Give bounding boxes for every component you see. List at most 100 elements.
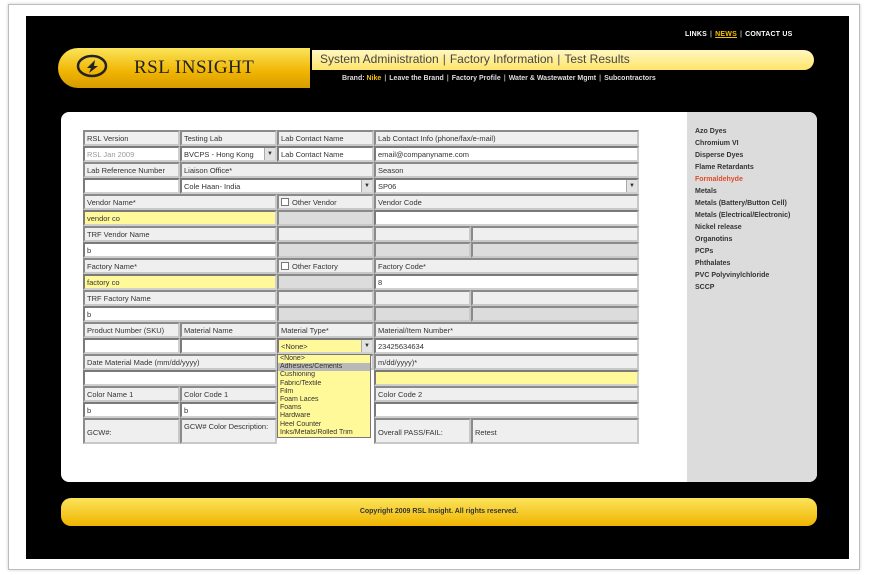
sidebar-item-azo-dyes[interactable]: Azo Dyes bbox=[695, 126, 817, 138]
product-number-field[interactable] bbox=[83, 338, 180, 354]
page: LINKS | NEWS | CONTACT US RSL INSIGHT System… bbox=[26, 16, 849, 559]
material-type-select[interactable]: <None> ▼ bbox=[277, 338, 374, 354]
material-type-dropdown: <None> Adhesives/Cements Cushioning Fabr… bbox=[277, 354, 371, 439]
news-link[interactable]: NEWS bbox=[715, 31, 737, 38]
chevron-down-icon[interactable]: ▼ bbox=[361, 180, 372, 192]
vendor-name-label: Vendor Name* bbox=[83, 194, 277, 210]
dropdown-option[interactable]: Fabric/Textile bbox=[278, 380, 370, 388]
links-link[interactable]: LINKS bbox=[685, 31, 707, 38]
nav-system-administration[interactable]: System Administration bbox=[320, 52, 439, 66]
dropdown-option[interactable]: Adhesives/Cements bbox=[278, 363, 370, 372]
trf-factory-name-field[interactable]: b bbox=[83, 306, 277, 322]
chevron-down-icon[interactable]: ▼ bbox=[264, 148, 275, 160]
nav-test-results[interactable]: Test Results bbox=[564, 52, 629, 66]
testing-lab-label: Testing Lab bbox=[180, 130, 277, 146]
sidebar-item-organotins[interactable]: Organotins bbox=[695, 234, 817, 246]
season-value: SP06 bbox=[378, 182, 397, 191]
date-right-field[interactable] bbox=[374, 370, 639, 386]
sidebar-item-pcps[interactable]: PCPs bbox=[695, 246, 817, 258]
factory-name-field[interactable]: factory co bbox=[83, 274, 277, 290]
dropdown-option[interactable]: Inks/Metals/Rolled Trim bbox=[278, 429, 370, 437]
sidebar-item-formaldehyde[interactable]: Formaldehyde bbox=[695, 174, 817, 186]
dropdown-option[interactable]: Hardware bbox=[278, 412, 370, 420]
brand-label: Brand: bbox=[342, 75, 365, 82]
lab-contact-name-field[interactable]: Lab Contact Name bbox=[277, 146, 374, 162]
chevron-down-icon[interactable]: ▼ bbox=[361, 340, 372, 352]
brand-value: Nike bbox=[366, 75, 382, 82]
dropdown-option[interactable]: Foam Laces bbox=[278, 396, 370, 404]
trf-vendor-name-field[interactable]: b bbox=[83, 242, 277, 258]
season-select[interactable]: SP06 ▼ bbox=[374, 178, 639, 194]
color-code-1-field[interactable]: b bbox=[180, 402, 277, 418]
other-vendor-checkbox[interactable] bbox=[281, 198, 289, 206]
brand-name: RSL INSIGHT bbox=[134, 57, 255, 78]
material-type-label: Material Type* bbox=[277, 322, 374, 338]
liaison-office-select[interactable]: Cole Haan- India ▼ bbox=[180, 178, 374, 194]
material-item-number-field[interactable]: 23425634634 bbox=[374, 338, 639, 354]
chevron-down-icon[interactable]: ▼ bbox=[626, 180, 637, 192]
material-name-field[interactable] bbox=[180, 338, 277, 354]
color-code-2-label: Color Code 2 bbox=[374, 386, 639, 402]
lab-contact-info-field[interactable]: email@companyname.com bbox=[374, 146, 639, 162]
empty-cell bbox=[471, 242, 639, 258]
empty-cell bbox=[277, 226, 374, 242]
lab-contact-name-label: Lab Contact Name bbox=[277, 130, 374, 146]
lab-reference-label: Lab Reference Number bbox=[83, 162, 180, 178]
empty-cell bbox=[277, 242, 374, 258]
subnav-water-mgmt[interactable]: Water & Wastewater Mgmt bbox=[509, 75, 596, 82]
dropdown-option[interactable]: Film bbox=[278, 388, 370, 396]
subnav-subcontractors[interactable]: Subcontractors bbox=[604, 75, 656, 82]
overall-pass-fail-label: Overall PASS/FAIL: bbox=[374, 418, 471, 444]
liaison-office-label: Liaison Office* bbox=[180, 162, 374, 178]
sidebar-item-disperse-dyes[interactable]: Disperse Dyes bbox=[695, 150, 817, 162]
other-factory-option[interactable]: Other Factory bbox=[277, 258, 374, 274]
date-material-made-field[interactable] bbox=[83, 370, 277, 386]
other-vendor-option[interactable]: Other Vendor bbox=[277, 194, 374, 210]
sidebar-item-metals[interactable]: Metals bbox=[695, 186, 817, 198]
testing-lab-select[interactable]: BVCPS - Hong Kong ▼ bbox=[180, 146, 277, 162]
main-content: RSL Version Testing Lab Lab Contact Name… bbox=[61, 112, 817, 482]
sidebar-item-pvc[interactable]: PVC Polyvinylchloride bbox=[695, 270, 817, 282]
color-code-1-label: Color Code 1 bbox=[180, 386, 277, 402]
gcw-label: GCW#: bbox=[83, 418, 180, 444]
dropdown-option[interactable]: Heel Counter bbox=[278, 421, 370, 429]
dropdown-option[interactable]: Foams bbox=[278, 404, 370, 412]
sidebar-item-sccp[interactable]: SCCP bbox=[695, 282, 817, 294]
factory-code-label: Factory Code* bbox=[374, 258, 639, 274]
vendor-code-label: Vendor Code bbox=[374, 194, 639, 210]
dropdown-option[interactable]: <None> bbox=[278, 355, 370, 363]
main-nav: System Administration | Factory Informatio… bbox=[312, 50, 814, 70]
color-name-1-field[interactable]: b bbox=[83, 402, 180, 418]
color-code-2-field[interactable] bbox=[374, 402, 639, 418]
sidebar-item-flame-retardants[interactable]: Flame Retardants bbox=[695, 162, 817, 174]
vendor-code-field[interactable] bbox=[374, 210, 639, 226]
subnav-factory-profile[interactable]: Factory Profile bbox=[452, 75, 501, 82]
gcw-color-desc-label: GCW# Color Description: bbox=[180, 418, 277, 444]
contact-us-link[interactable]: CONTACT US bbox=[745, 31, 792, 38]
dropdown-option[interactable]: Cushioning bbox=[278, 371, 370, 379]
empty-cell bbox=[374, 226, 471, 242]
sidebar-item-metals-electrical[interactable]: Metals (Electrical/Electronic) bbox=[695, 210, 817, 222]
subnav-leave-brand[interactable]: Leave the Brand bbox=[389, 75, 443, 82]
empty-cell bbox=[374, 290, 471, 306]
material-name-label: Material Name bbox=[180, 322, 277, 338]
sidebar-item-metals-battery[interactable]: Metals (Battery/Button Cell) bbox=[695, 198, 817, 210]
factory-code-field[interactable]: 8 bbox=[374, 274, 639, 290]
empty-cell bbox=[277, 306, 374, 322]
vendor-name-field[interactable]: vendor co bbox=[83, 210, 277, 226]
sidebar-item-phthalates[interactable]: Phthalates bbox=[695, 258, 817, 270]
material-item-number-label: Material/Item Number* bbox=[374, 322, 639, 338]
sidebar-item-nickel-release[interactable]: Nickel release bbox=[695, 222, 817, 234]
other-factory-checkbox[interactable] bbox=[281, 262, 289, 270]
color-name-1-label: Color Name 1 bbox=[83, 386, 180, 402]
date-right-label: m/dd/yyyy)* bbox=[374, 354, 639, 370]
rsl-version-field[interactable]: RSL Jan 2009 bbox=[83, 146, 180, 162]
factory-name-label: Factory Name* bbox=[83, 258, 277, 274]
date-material-made-label: Date Material Made (mm/dd/yyyy) bbox=[83, 354, 277, 370]
empty-cell bbox=[471, 226, 639, 242]
lab-reference-field[interactable] bbox=[83, 178, 180, 194]
other-factory-field bbox=[277, 274, 374, 290]
nav-factory-information[interactable]: Factory Information bbox=[450, 52, 553, 66]
top-links: LINKS | NEWS | CONTACT US bbox=[685, 31, 793, 38]
sidebar-item-chromium-vi[interactable]: Chromium VI bbox=[695, 138, 817, 150]
